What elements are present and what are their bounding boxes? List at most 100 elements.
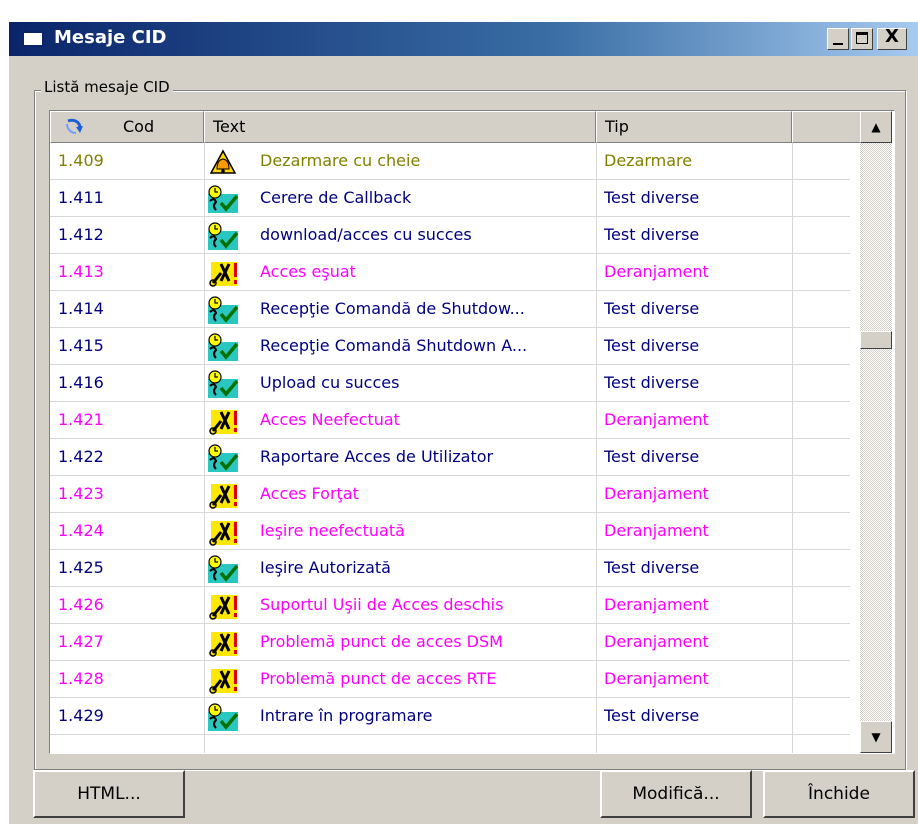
minimize-icon xyxy=(833,43,843,45)
modify-button[interactable]: Modifică... xyxy=(600,770,752,818)
test-check-icon xyxy=(207,333,239,361)
table-row[interactable]: 1.428 Problemă punct de acces RTE Deranjam… xyxy=(50,661,850,698)
window-title: Mesaje CID xyxy=(54,27,167,48)
close-icon: X xyxy=(885,26,899,47)
cell-type: Test diverse xyxy=(604,447,700,466)
cell-code: 1.416 xyxy=(58,373,104,392)
table-row[interactable]: 1.412 download/acces cu succes Test divers… xyxy=(50,217,850,254)
maximize-icon xyxy=(856,32,868,44)
refresh-arrow-icon xyxy=(66,118,83,134)
scroll-up-icon: ▲ xyxy=(871,120,881,134)
test-check-icon xyxy=(207,444,239,472)
group-label: Listă mesaje CID xyxy=(41,78,173,96)
title-bar[interactable]: Mesaje CID X xyxy=(9,22,918,56)
cell-text: Acces Forţat xyxy=(260,484,359,503)
cell-type: Test diverse xyxy=(604,188,700,207)
bell-alarm-icon xyxy=(207,148,239,176)
cell-text: Intrare în programare xyxy=(260,706,433,725)
scroll-thumb[interactable] xyxy=(860,331,892,349)
close-window-button[interactable]: X xyxy=(877,26,907,50)
html-button[interactable]: HTML... xyxy=(33,770,185,818)
column-header-code[interactable]: Cod xyxy=(50,111,204,143)
table-row[interactable]: 1.409 Dezarmare cu cheie Dezarmare xyxy=(50,143,850,180)
cell-type: Test diverse xyxy=(604,336,700,355)
scroll-down-icon: ▼ xyxy=(871,730,881,744)
cell-text: Acces Neefectuat xyxy=(260,410,400,429)
cell-type: Deranjament xyxy=(604,632,709,651)
test-check-icon xyxy=(207,222,239,250)
cell-text: Raportare Acces de Utilizator xyxy=(260,447,494,466)
cell-text: download/acces cu succes xyxy=(260,225,472,244)
scroll-down-button[interactable]: ▼ xyxy=(860,721,892,753)
table-row[interactable]: 1.423 Acces Forţat Deranjament xyxy=(50,476,850,513)
cell-text: Ieşire Autorizată xyxy=(260,558,391,577)
vertical-scrollbar[interactable]: ▲ ▼ xyxy=(860,111,892,753)
table-row[interactable]: 1.426 Suportul Uşii de Acces deschis Deran… xyxy=(50,587,850,624)
tools-fault-icon xyxy=(207,481,239,509)
cell-code: 1.424 xyxy=(58,521,104,540)
window-icon[interactable] xyxy=(22,31,44,47)
cell-code: 1.425 xyxy=(58,558,104,577)
cell-text: Recepţie Comandă de Shutdow... xyxy=(260,299,525,318)
table-row[interactable]: 1.415 Recepţie Comandă Shutdown A... Test … xyxy=(50,328,850,365)
cell-text: Upload cu succes xyxy=(260,373,400,392)
cell-code: 1.413 xyxy=(58,262,104,281)
cell-type: Dezarmare xyxy=(604,151,693,170)
tools-fault-icon xyxy=(207,518,239,546)
cell-type: Deranjament xyxy=(604,262,709,281)
tools-fault-icon xyxy=(207,592,239,620)
column-header-code-label: Cod xyxy=(123,117,155,136)
table-row[interactable]: 1.413 Acces eşuat Deranjament xyxy=(50,254,850,291)
cell-code: 1.421 xyxy=(58,410,104,429)
test-check-icon xyxy=(207,555,239,583)
cell-text: Problemă punct de acces RTE xyxy=(260,669,497,688)
table-row[interactable]: 1.425 Ieşire Autorizată Test diverse xyxy=(50,550,850,587)
minimize-button[interactable] xyxy=(827,28,849,50)
column-header-type-label: Tip xyxy=(605,117,629,136)
cell-type: Test diverse xyxy=(604,299,700,318)
table-row[interactable]: 1.429 Intrare în programare Test diverse xyxy=(50,698,850,735)
test-check-icon xyxy=(207,703,239,731)
cell-code: 1.429 xyxy=(58,706,104,725)
test-check-icon xyxy=(207,370,239,398)
table-row[interactable]: 1.427 Problemă punct de acces DSM Deranjam… xyxy=(50,624,850,661)
cell-text: Recepţie Comandă Shutdown A... xyxy=(260,336,528,355)
tools-fault-icon xyxy=(207,666,239,694)
table-row[interactable]: 1.424 Ieşire neefectuată Deranjament xyxy=(50,513,850,550)
cell-code: 1.427 xyxy=(58,632,104,651)
close-button-label: Închide xyxy=(808,784,870,804)
table-row[interactable]: 1.411 Cerere de Callback Test diverse xyxy=(50,180,850,217)
html-button-label: HTML... xyxy=(77,784,141,804)
cell-text: Problemă punct de acces DSM xyxy=(260,632,503,651)
tools-fault-icon xyxy=(207,259,239,287)
cell-code: 1.422 xyxy=(58,447,104,466)
table-row[interactable]: 1.421 Acces Neefectuat Deranjament xyxy=(50,402,850,439)
maximize-button[interactable] xyxy=(851,28,873,50)
cell-type: Deranjament xyxy=(604,484,709,503)
table-row[interactable]: 1.422 Raportare Acces de Utilizator Test d… xyxy=(50,439,850,476)
tools-fault-icon xyxy=(207,629,239,657)
cell-text: Cerere de Callback xyxy=(260,188,412,207)
table-row[interactable]: 1.416 Upload cu succes Test diverse xyxy=(50,365,850,402)
cell-type: Deranjament xyxy=(604,669,709,688)
cell-text: Acces eşuat xyxy=(260,262,356,281)
cell-text: Dezarmare cu cheie xyxy=(260,151,421,170)
mesaje-cid-window: Mesaje CID X Listă mesaje CID Cod Text T… xyxy=(9,22,918,824)
cell-type: Deranjament xyxy=(604,410,709,429)
test-check-icon xyxy=(207,185,239,213)
cell-type: Test diverse xyxy=(604,706,700,725)
table-row[interactable]: 1.414 Recepţie Comandă de Shutdow... Test … xyxy=(50,291,850,328)
test-check-icon xyxy=(207,296,239,324)
column-header-type[interactable]: Tip xyxy=(596,111,792,143)
cid-messages-grid[interactable]: Cod Text Tip 1.409 Dezarmare cu cheie Deza… xyxy=(49,110,895,754)
tools-fault-icon xyxy=(207,407,239,435)
cell-code: 1.415 xyxy=(58,336,104,355)
cell-code: 1.428 xyxy=(58,669,104,688)
scroll-up-button[interactable]: ▲ xyxy=(860,111,892,143)
close-button[interactable]: Închide xyxy=(763,770,915,818)
cell-text: Ieşire neefectuată xyxy=(260,521,405,540)
cell-type: Test diverse xyxy=(604,373,700,392)
cell-code: 1.409 xyxy=(58,151,104,170)
cell-type: Deranjament xyxy=(604,595,709,614)
column-header-text[interactable]: Text xyxy=(204,111,596,143)
